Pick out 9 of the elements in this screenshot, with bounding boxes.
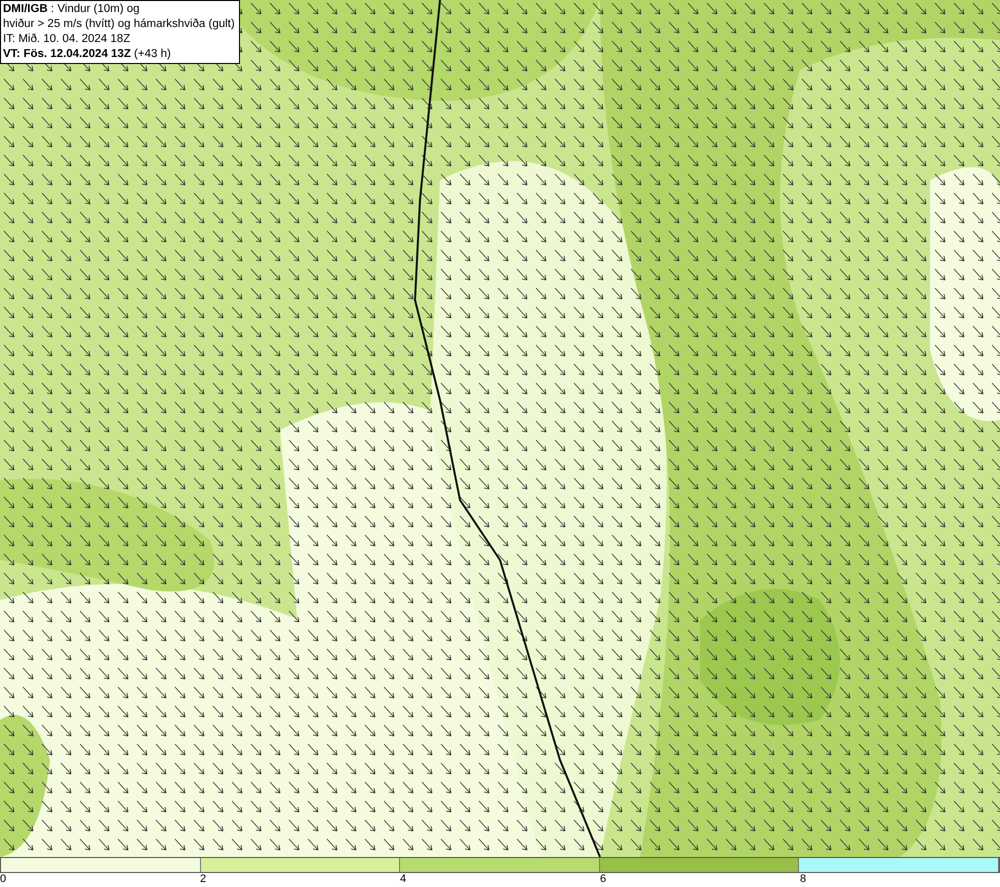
scale-tick-label: 6 <box>600 873 606 885</box>
scale-tick-label: 0 <box>0 873 6 885</box>
legend-text: DMI/IGB : Vindur (10m) og <box>3 2 141 17</box>
legend-text: VT: Fös. 12.04.2024 13Z (+43 h) <box>3 47 172 62</box>
legend-text: hviður > 25 m/s (hvítt) og hámarkshviða (gult) <box>3 17 235 32</box>
legend-text: IT: Mið. 10. 04. 2024 18Z <box>3 32 132 47</box>
scale-tick-label: 4 <box>400 873 406 885</box>
scale-tick-label: 8 <box>800 873 806 885</box>
scale-tick-label: 2 <box>200 873 206 885</box>
